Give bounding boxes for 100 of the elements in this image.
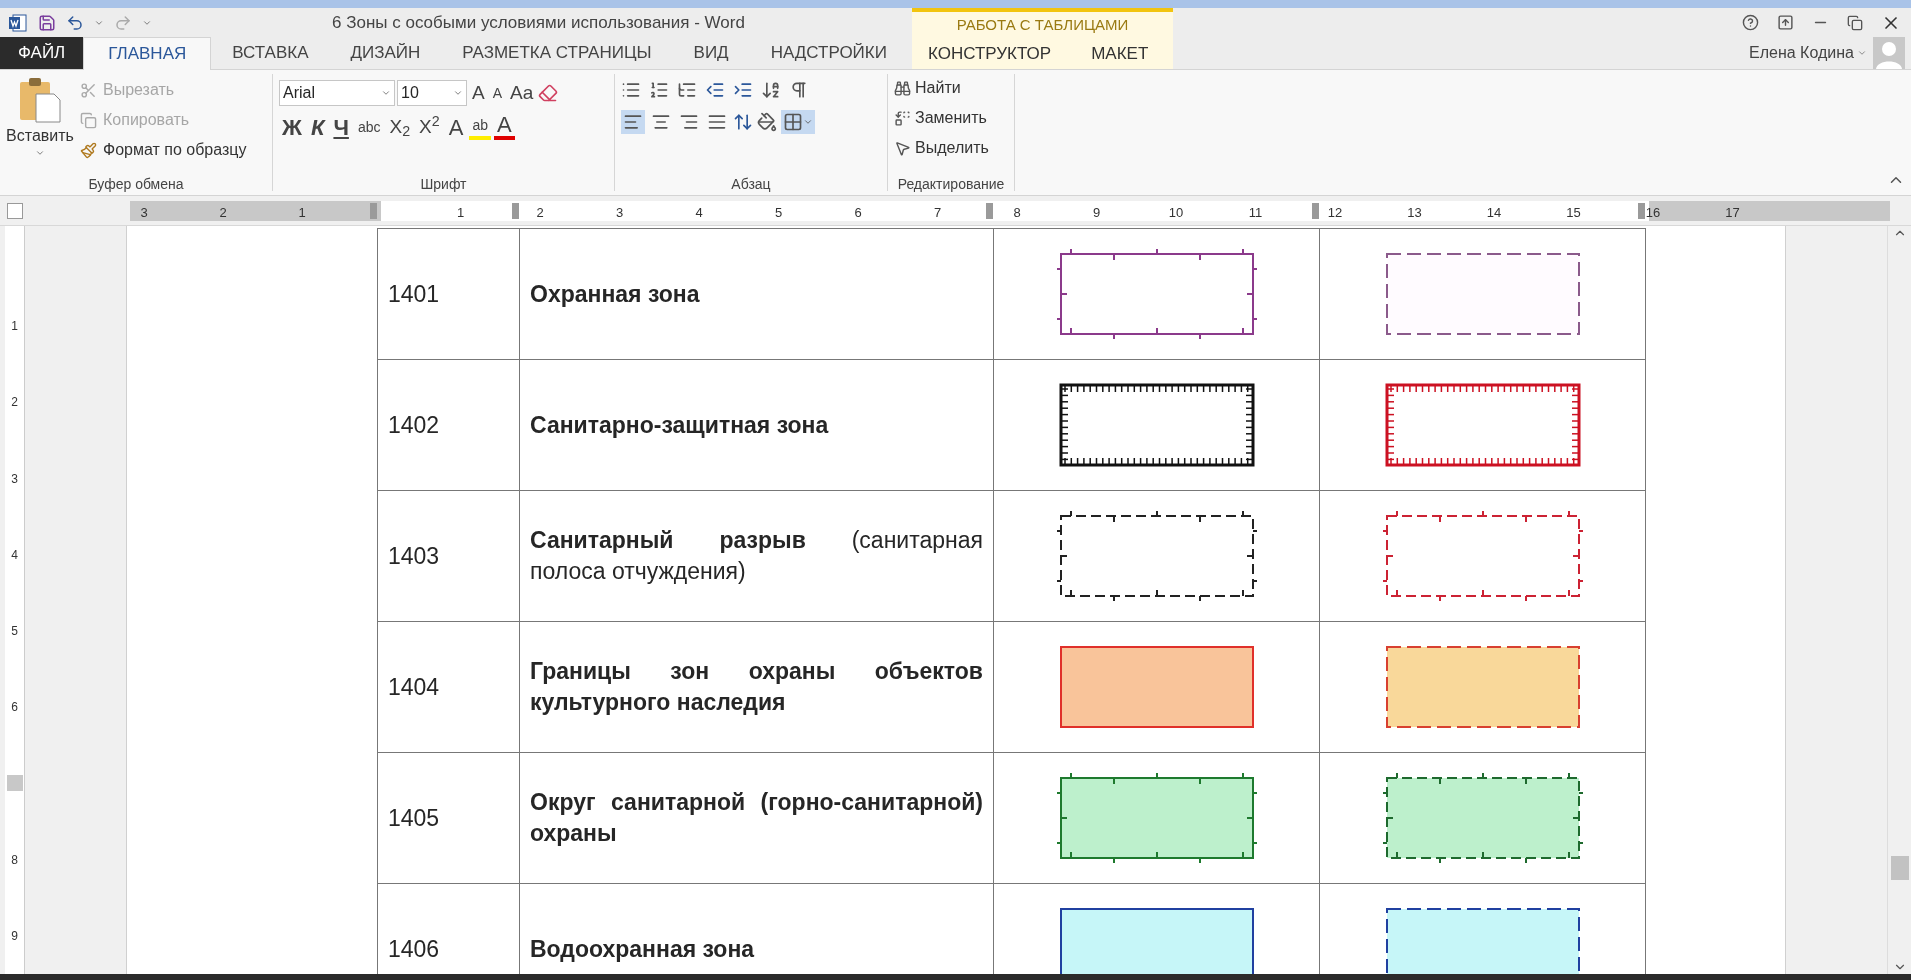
numbering-icon[interactable] bbox=[649, 80, 669, 100]
ribbon-tab[interactable]: ВСТАВКА bbox=[211, 37, 330, 69]
align-button[interactable] bbox=[621, 110, 645, 134]
help-icon[interactable] bbox=[1742, 14, 1759, 31]
ruler-number: 2 bbox=[536, 204, 544, 222]
word-logo-icon bbox=[8, 12, 28, 33]
ruler-number: 5 bbox=[774, 204, 783, 222]
table-cell: Санитарно-защитная зона bbox=[519, 359, 994, 491]
ribbon-display-icon[interactable] bbox=[1777, 14, 1794, 31]
ruler-number: 3 bbox=[140, 204, 148, 222]
font-format-button[interactable]: abc bbox=[354, 114, 384, 140]
font-name-field[interactable]: Arial bbox=[279, 80, 395, 106]
group-label: Абзац bbox=[731, 174, 771, 194]
ruler-number: 1 bbox=[11, 318, 18, 336]
table-cell: Округ санитарной (горно-санитарной) охраны bbox=[519, 752, 994, 884]
ruler-number: 15 bbox=[1566, 204, 1581, 222]
caret-icon bbox=[1857, 48, 1867, 58]
ruler-number: 17 bbox=[1725, 204, 1740, 222]
file-tab[interactable]: ФАЙЛ bbox=[0, 37, 84, 69]
binoculars-icon bbox=[894, 79, 911, 97]
font-format-button[interactable]: X$^{2}$ bbox=[416, 114, 443, 140]
ribbon-tab[interactable]: ДИЗАЙН bbox=[329, 37, 442, 69]
font-format-button[interactable]: Ж bbox=[279, 114, 305, 140]
font-format-button[interactable]: A bbox=[469, 80, 488, 106]
align-icon bbox=[679, 112, 699, 132]
ribbon-tab[interactable]: КОНСТРУКТОР bbox=[928, 40, 1052, 66]
user-menu[interactable]: Елена Кодина bbox=[1749, 41, 1867, 65]
shading-icon[interactable] bbox=[757, 112, 777, 132]
caret-icon bbox=[35, 148, 45, 158]
editing-button[interactable]: Заменить bbox=[894, 106, 1008, 130]
ruler-number: 8 bbox=[11, 851, 18, 869]
font-format-button[interactable]: Aa bbox=[507, 80, 537, 106]
column-marker-icon[interactable] bbox=[986, 203, 993, 219]
bullets-icon[interactable] bbox=[621, 80, 641, 100]
editing-button[interactable]: Выделить bbox=[894, 136, 1008, 160]
save-icon[interactable] bbox=[38, 13, 56, 32]
font-format-button[interactable]: Ч bbox=[330, 114, 352, 140]
ruler-number: 9 bbox=[11, 927, 18, 945]
font-format-button[interactable]: X$_{2}$ bbox=[386, 114, 414, 140]
table-cell: 1403 bbox=[377, 490, 520, 622]
borders-icon bbox=[783, 112, 803, 132]
vertical-ruler[interactable]: 1 2 3 4 5 6 8 9 bbox=[5, 226, 25, 974]
table-cell: Границы зон охраны объектов культурного наследия bbox=[519, 621, 994, 753]
font-size-field[interactable]: 10 bbox=[397, 80, 467, 106]
clipboard-button[interactable]: Формат по образцу bbox=[80, 138, 247, 162]
ruler-number: 1 bbox=[456, 204, 465, 222]
table-cell: 1404 bbox=[377, 621, 520, 753]
font-format-button[interactable]: ab bbox=[469, 114, 491, 140]
font-format-button[interactable]: К bbox=[307, 114, 328, 140]
ruler-number: 3 bbox=[615, 204, 624, 222]
ruler-number: 9 bbox=[1092, 204, 1101, 222]
line-spacing-icon[interactable] bbox=[733, 112, 753, 132]
ruler-number: 14 bbox=[1486, 204, 1502, 222]
caret-icon bbox=[453, 88, 463, 98]
paste-button[interactable]: Вставить bbox=[0, 74, 80, 173]
scrollbar[interactable] bbox=[1887, 226, 1911, 974]
context-group-label: РАБОТА С ТАБЛИЦАМИ bbox=[955, 14, 1130, 35]
ribbon-tab[interactable]: РАЗМЕТКА СТРАНИЦЫ bbox=[441, 37, 673, 69]
ruler-number: 1 bbox=[298, 204, 306, 222]
row-marker-icon[interactable] bbox=[6, 775, 23, 792]
align-icon bbox=[623, 112, 643, 132]
ruler-number: 4 bbox=[11, 546, 18, 564]
column-marker-icon[interactable] bbox=[1638, 203, 1645, 219]
increase-indent-icon[interactable] bbox=[733, 80, 753, 100]
column-marker-icon[interactable] bbox=[370, 203, 377, 219]
pilcrow-icon[interactable] bbox=[789, 80, 809, 100]
font-format-button[interactable]: A bbox=[494, 114, 515, 140]
borders-button[interactable] bbox=[781, 110, 815, 134]
scroll-thumb[interactable] bbox=[1890, 856, 1909, 880]
ribbon-tab[interactable]: ВИД bbox=[672, 37, 750, 69]
replace-icon bbox=[894, 109, 911, 127]
clear-format-icon[interactable] bbox=[538, 83, 559, 103]
font-format-button[interactable]: A bbox=[445, 114, 467, 140]
column-marker-icon[interactable] bbox=[1312, 203, 1319, 219]
restore-icon[interactable] bbox=[1847, 14, 1863, 31]
font-format-button[interactable]: A bbox=[489, 80, 506, 106]
caret-icon bbox=[803, 117, 813, 127]
decrease-indent-icon[interactable] bbox=[705, 80, 725, 100]
column-marker-icon[interactable] bbox=[512, 203, 519, 219]
align-icon bbox=[651, 112, 671, 132]
sort-icon[interactable] bbox=[761, 80, 781, 100]
ribbon-tab[interactable]: ГЛАВНАЯ bbox=[83, 37, 212, 70]
table-cell: 1402 bbox=[377, 359, 520, 491]
ribbon-tab[interactable]: НАДСТРОЙКИ bbox=[749, 37, 908, 69]
ruler-number: 3 bbox=[11, 470, 18, 488]
align-icon bbox=[707, 112, 727, 132]
cursor-icon bbox=[894, 139, 911, 157]
tab-selector-icon[interactable] bbox=[7, 202, 23, 219]
horizontal-ruler[interactable]: 3 2 1 1 2 3 4 5 6 7 8 9 10 11 12 13 14 15 16 17 bbox=[130, 201, 1890, 221]
window-title: 6 Зоны с особыми условиями использования - Word bbox=[332, 11, 745, 34]
multilevel-list-icon[interactable] bbox=[677, 80, 697, 100]
ruler-number: 16 bbox=[1645, 204, 1661, 222]
group-label: Шрифт bbox=[420, 174, 467, 194]
undo-icon[interactable] bbox=[66, 13, 84, 32]
ruler-number: 6 bbox=[854, 204, 862, 222]
ruler-number: 10 bbox=[1168, 204, 1184, 222]
ruler-number: 2 bbox=[11, 394, 18, 412]
editing-button[interactable]: Найти bbox=[894, 76, 1008, 100]
table-cell: 1405 bbox=[377, 752, 520, 884]
ribbon-tab[interactable]: МАКЕТ bbox=[1091, 40, 1149, 66]
